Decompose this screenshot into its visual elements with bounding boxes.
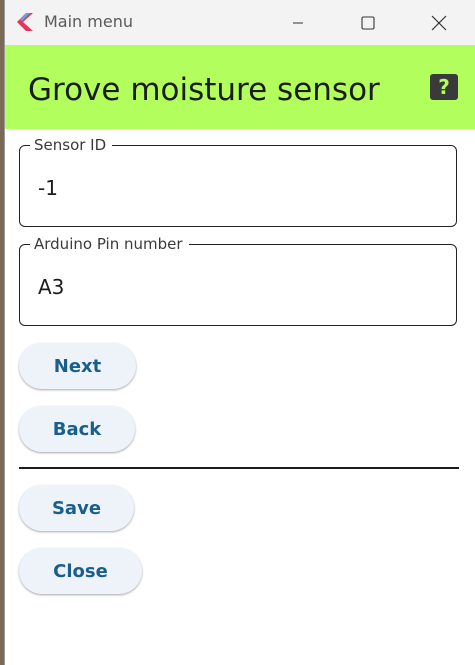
help-button[interactable]: ? [430,74,458,100]
title-bar[interactable]: Main menu [5,0,475,45]
minimize-button[interactable] [275,0,321,45]
maximize-icon [361,15,375,30]
close-button[interactable]: Close [19,548,142,594]
save-button[interactable]: Save [19,485,134,531]
app-bar: Grove moisture sensor ? [5,45,475,129]
close-window-button[interactable] [416,0,462,45]
help-icon: ? [438,75,450,99]
back-button[interactable]: Back [19,406,135,452]
close-icon [431,15,447,31]
flutter-app-icon [17,13,33,31]
next-button[interactable]: Next [19,343,136,389]
sensor-id-field[interactable]: Sensor ID -1 [19,135,457,227]
arduino-pin-label: Arduino Pin number [30,234,189,254]
arduino-pin-input[interactable]: A3 [38,274,64,300]
app-window: Main menu Grove moisture sensor ? Sensor… [4,0,475,665]
page-title: Grove moisture sensor [28,72,380,108]
divider [19,467,459,469]
window-title: Main menu [44,12,133,31]
maximize-button[interactable] [345,0,391,45]
sensor-id-input[interactable]: -1 [38,175,58,201]
arduino-pin-field[interactable]: Arduino Pin number A3 [19,234,457,326]
sensor-id-label: Sensor ID [30,135,113,155]
minimize-icon [292,17,304,29]
